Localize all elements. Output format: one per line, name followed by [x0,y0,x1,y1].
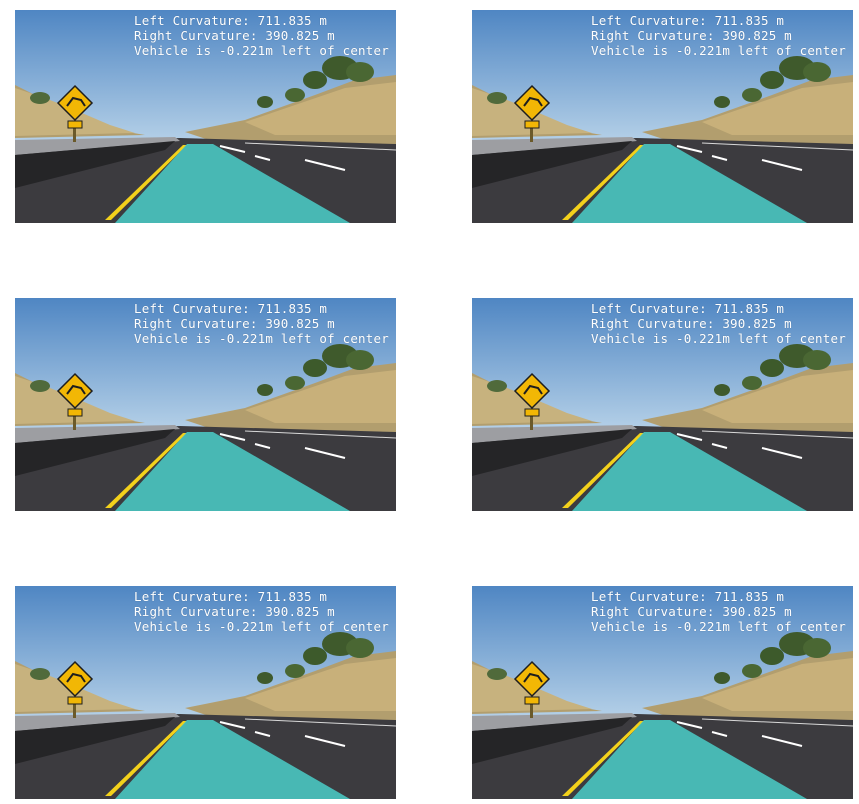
road-frame-3: Left Curvature: 711.835 m Right Curvatur… [15,298,396,511]
vehicle-offset-text: Vehicle is -0.221m left of center [134,43,389,58]
road-frame-6: Left Curvature: 711.835 m Right Curvatur… [472,586,853,799]
road-frame-5: Left Curvature: 711.835 m Right Curvatur… [15,586,396,799]
telemetry-overlay: Left Curvature: 711.835 m Right Curvatur… [134,589,389,634]
left-curvature-text: Left Curvature: 711.835 m [591,301,785,316]
telemetry-overlay: Left Curvature: 711.835 m Right Curvatur… [134,13,389,58]
right-curvature-text: Right Curvature: 390.825 m [134,604,335,619]
right-curvature-text: Right Curvature: 390.825 m [134,316,335,331]
image-grid: Left Curvature: 711.835 m Right Curvatur… [0,0,859,804]
left-curvature-text: Left Curvature: 711.835 m [134,301,328,316]
telemetry-overlay: Left Curvature: 711.835 m Right Curvatur… [591,13,846,58]
left-curvature-text: Left Curvature: 711.835 m [591,589,785,604]
vehicle-offset-text: Vehicle is -0.221m left of center [134,619,389,634]
right-curvature-text: Right Curvature: 390.825 m [591,316,792,331]
road-frame-2: Left Curvature: 711.835 m Right Curvatur… [472,10,853,223]
vehicle-offset-text: Vehicle is -0.221m left of center [591,43,846,58]
right-curvature-text: Right Curvature: 390.825 m [134,28,335,43]
right-curvature-text: Right Curvature: 390.825 m [591,604,792,619]
telemetry-overlay: Left Curvature: 711.835 m Right Curvatur… [591,301,846,346]
vehicle-offset-text: Vehicle is -0.221m left of center [134,331,389,346]
vehicle-offset-text: Vehicle is -0.221m left of center [591,331,846,346]
telemetry-overlay: Left Curvature: 711.835 m Right Curvatur… [134,301,389,346]
left-curvature-text: Left Curvature: 711.835 m [591,13,785,28]
telemetry-overlay: Left Curvature: 711.835 m Right Curvatur… [591,589,846,634]
road-frame-4: Left Curvature: 711.835 m Right Curvatur… [472,298,853,511]
vehicle-offset-text: Vehicle is -0.221m left of center [591,619,846,634]
left-curvature-text: Left Curvature: 711.835 m [134,589,328,604]
left-curvature-text: Left Curvature: 711.835 m [134,13,328,28]
road-frame-1: Left Curvature: 711.835 m Right Curvatur… [15,10,396,223]
right-curvature-text: Right Curvature: 390.825 m [591,28,792,43]
